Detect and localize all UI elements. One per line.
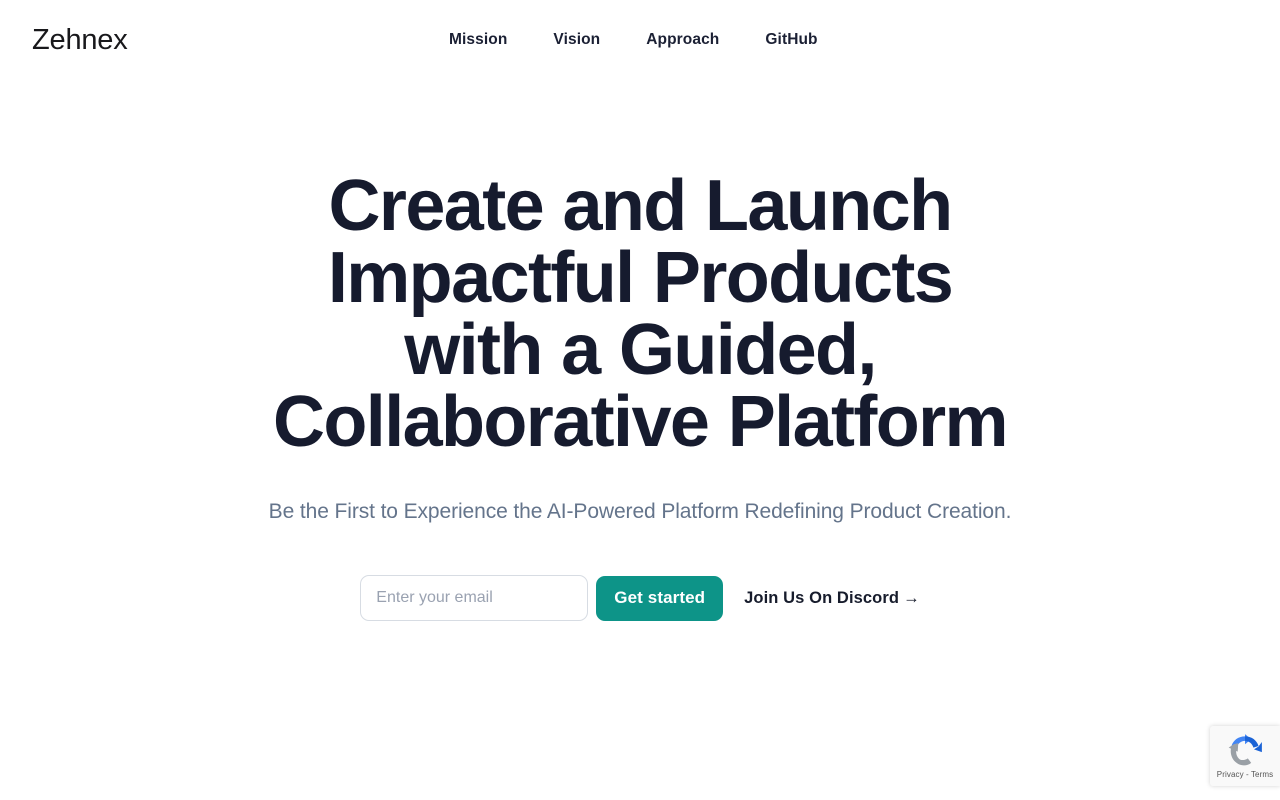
brand-logo[interactable]: Zehnex — [32, 22, 128, 58]
hero-title-line-4: Collaborative Platform — [273, 382, 1009, 462]
nav-link-mission[interactable]: Mission — [449, 30, 507, 50]
email-input[interactable] — [360, 575, 589, 621]
hero-section: Create and Launch Impactful Products wit… — [0, 80, 1280, 527]
join-discord-link[interactable]: Join Us On Discord → — [744, 587, 920, 609]
landing-page: Zehnex Mission Vision Approach GitHub Cr… — [0, 0, 1280, 800]
page-title: Create and Launch Impactful Products wit… — [0, 80, 1280, 458]
hero-title-line-3: with a Guided, — [404, 310, 877, 390]
main-navigation: Mission Vision Approach GitHub — [449, 30, 818, 50]
join-discord-label: Join Us On Discord — [744, 589, 900, 607]
nav-link-github[interactable]: GitHub — [765, 30, 817, 50]
nav-link-approach[interactable]: Approach — [646, 30, 719, 50]
hero-title-line-1: Create and Launch — [328, 166, 954, 246]
nav-link-vision[interactable]: Vision — [553, 30, 600, 50]
hero-subtitle: Be the First to Experience the AI-Powere… — [268, 500, 1012, 523]
site-header: Zehnex Mission Vision Approach GitHub — [0, 0, 1280, 80]
signup-form: Get started Join Us On Discord→ — [0, 575, 1280, 621]
recaptcha-logo-icon — [1227, 732, 1263, 769]
hero-title-line-2: Impactful Products — [327, 238, 954, 318]
get-started-button[interactable]: Get started — [596, 575, 724, 621]
recaptcha-privacy-terms[interactable]: Privacy - Terms — [1217, 770, 1273, 780]
recaptcha-badge[interactable]: Privacy - Terms — [1210, 726, 1280, 786]
arrow-right-icon: → — [903, 589, 920, 607]
